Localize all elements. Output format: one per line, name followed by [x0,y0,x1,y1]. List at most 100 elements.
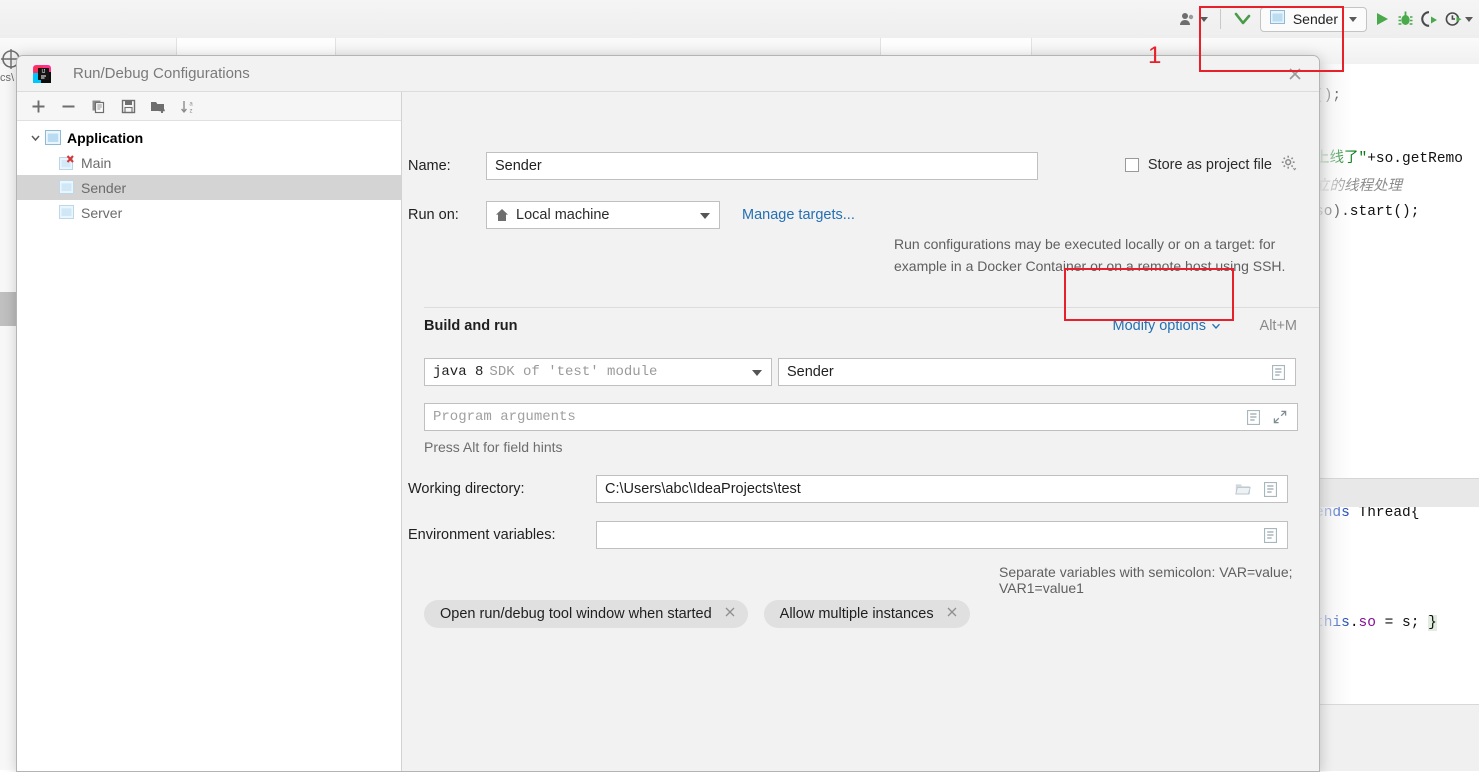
macro-list-icon[interactable] [1269,361,1287,383]
code-token: = s; [1375,615,1429,631]
application-config-icon [45,129,61,146]
configuration-settings-pane: Name: Sender Store as project file Run o… [402,92,1319,771]
tree-item-sender[interactable]: Sender [17,175,401,200]
store-as-project-file-label: Store as project file [1147,157,1272,173]
macro-list-icon[interactable] [1261,524,1279,546]
run-on-row: Run on: Local machine Manage targets... [408,201,855,229]
svg-text:z: z [190,108,193,114]
back-arrow-icon[interactable] [1233,6,1253,32]
modify-options-link[interactable]: Modify options [1113,318,1222,334]
code-token: +so.getRemo [1367,151,1463,167]
environment-variables-hint: Separate variables with semicolon: VAR=v… [999,564,1293,596]
close-icon[interactable] [1285,64,1305,84]
ide-main-toolbar: Sender [0,0,1479,39]
tree-group-label: Application [67,129,144,146]
tree-item-server[interactable]: Server [17,200,401,225]
configurations-left-pane: a z Application Main Sender Server [17,92,402,771]
application-config-error-icon [59,154,75,171]
minus-icon[interactable] [53,93,83,119]
macro-list-icon[interactable] [1261,478,1279,500]
sort-alphabetical-icon[interactable]: a z [173,93,203,119]
run-on-target-combobox[interactable]: Local machine [486,201,720,229]
chip-label: Allow multiple instances [779,606,934,622]
home-icon [495,208,509,222]
build-and-run-header: Build and run [424,318,518,334]
program-arguments-placeholder: Program arguments [433,409,576,425]
code-token: } [1428,615,1437,631]
tree-item-label: Server [81,204,123,221]
dialog-body: a z Application Main Sender Server Name:… [17,91,1319,771]
debug-bug-icon[interactable] [1397,6,1414,32]
run-on-description-line-1: Run configurations may be executed local… [894,236,1276,252]
code-token: so [1358,615,1376,631]
macro-list-icon[interactable] [1244,406,1262,428]
profiler-icon[interactable] [1445,6,1473,32]
jdk-combobox[interactable]: java 8 SDK of 'test' module [424,358,772,386]
working-directory-label: Working directory: [408,481,525,497]
save-icon[interactable] [113,93,143,119]
manage-targets-link[interactable]: Manage targets... [742,207,855,223]
chevron-down-icon[interactable] [27,130,43,146]
tree-item-main[interactable]: Main [17,150,401,175]
working-directory-row: Working directory: C:\Users\abc\IdeaProj… [408,475,1288,503]
jdk-and-main-class-row: java 8 SDK of 'test' module Sender [424,358,1296,386]
editor-statusbar [1316,478,1479,507]
name-label: Name: [408,158,451,174]
annotation-marker-1: 1 [1148,42,1162,69]
editor-shadow-overlay [1316,64,1352,704]
user-account-icon[interactable] [1179,6,1208,32]
run-on-description-line-2: example in a Docker Container or on a re… [894,258,1286,274]
toolbar-separator [1219,9,1221,29]
close-icon[interactable] [946,606,958,622]
name-input[interactable]: Sender [486,152,1038,180]
environment-variables-row: Environment variables: [408,521,1288,549]
run-coverage-icon[interactable] [1421,6,1438,32]
folder-browse-icon[interactable] [1234,478,1252,500]
chip-open-run-debug-tool-window[interactable]: Open run/debug tool window when started [424,600,748,628]
environment-variables-input[interactable] [596,521,1288,549]
store-as-project-file-row[interactable]: Store as project file [1124,155,1297,175]
expand-editor-icon[interactable] [1271,406,1289,428]
run-configuration-selector[interactable]: Sender [1259,6,1367,32]
close-icon[interactable] [724,606,736,622]
main-class-value: Sender [787,364,834,380]
environment-variables-label: Environment variables: [408,527,556,543]
working-directory-input[interactable]: C:\Users\abc\IdeaProjects\test [596,475,1288,503]
chevron-down-icon [752,370,762,376]
jdk-name: java 8 [433,364,484,380]
chevron-down-icon [1199,16,1208,22]
ide-toolbar-right-group: Sender [1179,0,1473,38]
code-token: Thread{ [1358,505,1420,521]
svg-text:IJ: IJ [42,69,46,75]
field-hints-text: Press Alt for field hints [424,439,563,455]
run-on-target-value: Local machine [516,207,610,223]
folder-add-icon[interactable] [143,93,173,119]
working-directory-value: C:\Users\abc\IdeaProjects\test [605,481,801,497]
copy-icon[interactable] [83,93,113,119]
application-config-icon [59,204,75,221]
tree-group-application[interactable]: Application [17,125,401,150]
run-configuration-name: Sender [1292,11,1338,27]
tree-item-label: Main [81,154,112,171]
gear-icon[interactable] [1281,155,1297,175]
run-debug-configurations-dialog: IJ Run/Debug Configurations a z Applicat… [16,55,1320,772]
configurations-tree-toolbar: a z [17,92,401,121]
plus-icon[interactable] [23,93,53,119]
chevron-down-icon [700,213,710,219]
option-chips: Open run/debug tool window when started … [424,600,970,628]
configurations-tree[interactable]: Application Main Sender Server [17,121,401,771]
store-as-project-file-checkbox[interactable] [1124,158,1139,172]
dialog-titlebar: IJ Run/Debug Configurations [17,56,1319,91]
program-arguments-input[interactable]: Program arguments [424,403,1298,431]
dialog-title: Run/Debug Configurations [73,65,250,82]
chevron-down-icon [1465,16,1473,22]
chip-allow-multiple-instances[interactable]: Allow multiple instances [763,600,970,628]
intellij-idea-logo-icon: IJ [33,64,51,83]
ide-bottom-toolwindow-bar [1316,704,1479,771]
run-play-icon[interactable] [1374,6,1390,32]
jdk-module-hint: SDK of 'test' module [489,364,658,380]
application-config-icon [1269,9,1285,29]
main-class-input-wrapper[interactable]: Sender [778,358,1296,386]
run-on-label: Run on: [408,207,459,223]
chevron-down-icon [1349,16,1357,22]
